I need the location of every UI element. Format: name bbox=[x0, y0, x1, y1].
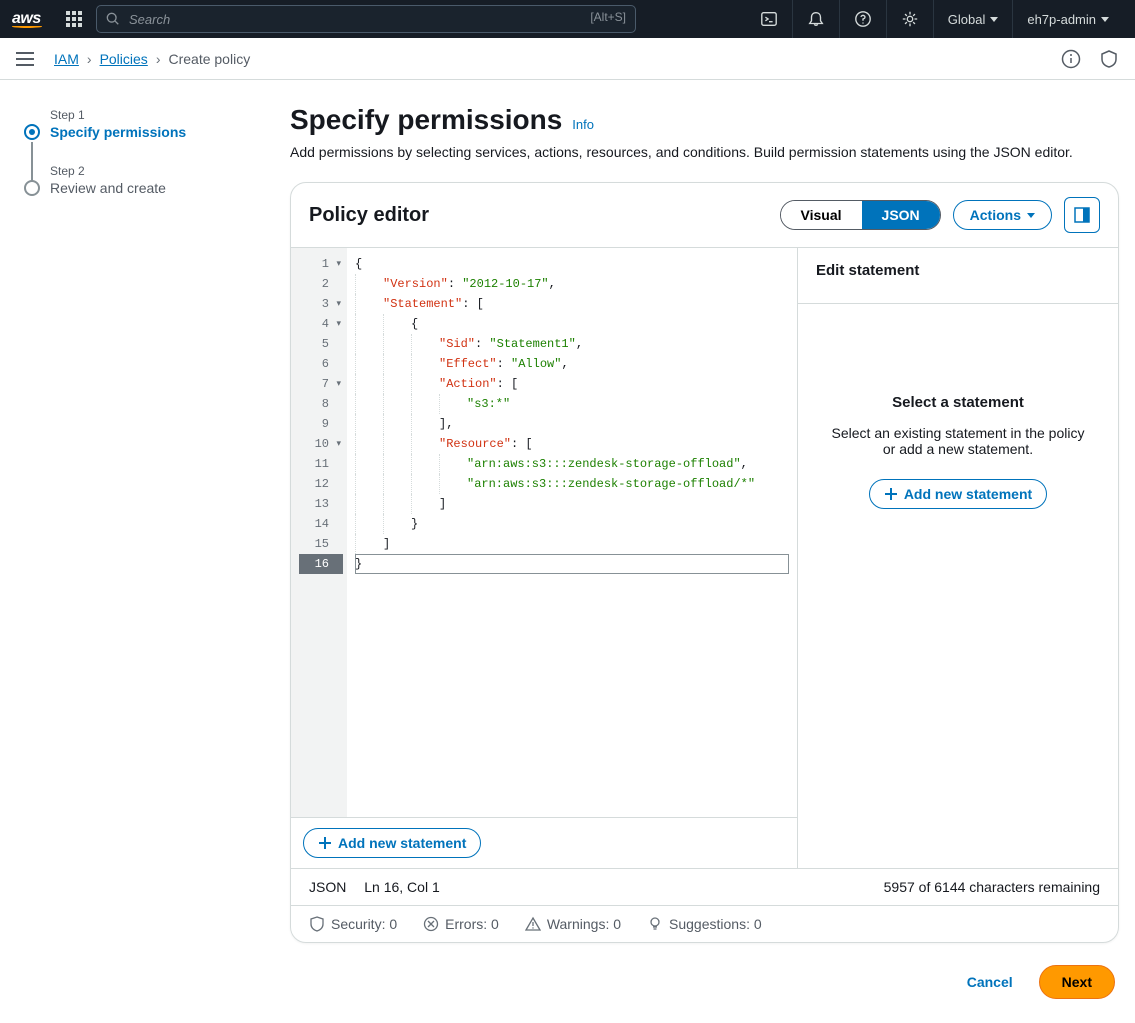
breadcrumb-policies[interactable]: Policies bbox=[100, 51, 148, 67]
side-empty-state: Select a statement Select an existing st… bbox=[816, 394, 1100, 509]
shield-icon bbox=[309, 916, 325, 932]
region-label: Global bbox=[948, 12, 986, 27]
page-title: Specify permissions bbox=[290, 104, 562, 135]
tab-visual[interactable]: Visual bbox=[781, 201, 862, 229]
menu-toggle-icon[interactable] bbox=[16, 52, 34, 66]
top-nav: aws [Alt+S] Global eh7p-admin bbox=[0, 0, 1135, 38]
actions-label: Actions bbox=[970, 207, 1021, 223]
caret-down-icon bbox=[1101, 17, 1109, 22]
lightbulb-icon bbox=[647, 916, 663, 932]
caret-down-icon bbox=[990, 17, 998, 22]
plus-icon bbox=[318, 836, 332, 850]
page-description: Add permissions by selecting services, a… bbox=[290, 144, 1119, 160]
editor-split: 12345678910111213141516 {"Version": "201… bbox=[291, 248, 1118, 868]
search-container: [Alt+S] bbox=[96, 5, 636, 33]
code-footer: Add new statement bbox=[291, 817, 797, 868]
code-editor[interactable]: 12345678910111213141516 {"Version": "201… bbox=[291, 248, 797, 817]
wizard-steps: Step 1 Specify permissions Step 2 Review… bbox=[20, 104, 290, 999]
char-count: 5957 of 6144 characters remaining bbox=[884, 879, 1100, 895]
support-icon[interactable] bbox=[1099, 49, 1119, 69]
breadcrumb-iam[interactable]: IAM bbox=[54, 51, 79, 67]
caret-down-icon bbox=[1027, 213, 1035, 218]
info-link[interactable]: Info bbox=[572, 117, 594, 132]
step-indicator-inactive-icon bbox=[24, 180, 40, 196]
search-shortcut-hint: [Alt+S] bbox=[590, 10, 626, 24]
toggle-side-panel-button[interactable] bbox=[1064, 197, 1100, 233]
cancel-button[interactable]: Cancel bbox=[953, 965, 1027, 999]
account-label: eh7p-admin bbox=[1027, 12, 1096, 27]
step-title: Specify permissions bbox=[50, 124, 290, 140]
step-label: Step 1 bbox=[50, 108, 290, 122]
main-content: Step 1 Specify permissions Step 2 Review… bbox=[0, 80, 1135, 1023]
breadcrumb-current: Create policy bbox=[168, 51, 250, 67]
sub-header: IAM › Policies › Create policy bbox=[0, 38, 1135, 80]
code-body[interactable]: {"Version": "2012-10-17","Statement": [{… bbox=[347, 248, 797, 817]
step-review-and-create[interactable]: Step 2 Review and create bbox=[20, 164, 290, 196]
warning-icon bbox=[525, 916, 541, 932]
policy-editor-panel: Policy editor Visual JSON Actions 123456… bbox=[290, 182, 1119, 943]
search-icon bbox=[106, 12, 120, 26]
step-indicator-active-icon bbox=[24, 124, 40, 140]
panel-header: Policy editor Visual JSON Actions bbox=[291, 183, 1118, 248]
side-add-statement-button[interactable]: Add new statement bbox=[869, 479, 1047, 509]
info-circle-icon[interactable] bbox=[1061, 49, 1081, 69]
plus-icon bbox=[884, 487, 898, 501]
next-button[interactable]: Next bbox=[1039, 965, 1115, 999]
lint-warnings[interactable]: Warnings: 0 bbox=[525, 916, 621, 932]
error-icon bbox=[423, 916, 439, 932]
search-input[interactable] bbox=[96, 5, 636, 33]
breadcrumb: IAM › Policies › Create policy bbox=[54, 51, 250, 67]
lint-suggestions[interactable]: Suggestions: 0 bbox=[647, 916, 762, 932]
step-title: Review and create bbox=[50, 180, 290, 196]
step-specify-permissions[interactable]: Step 1 Specify permissions bbox=[20, 108, 290, 140]
region-selector[interactable]: Global bbox=[933, 0, 1013, 38]
chevron-right-icon: › bbox=[87, 51, 92, 67]
editor-mode: JSON bbox=[309, 879, 346, 895]
account-selector[interactable]: eh7p-admin bbox=[1012, 0, 1123, 38]
lint-bar: Security: 0 Errors: 0 Warnings: 0 Sugges… bbox=[291, 905, 1118, 942]
wizard-actions: Cancel Next bbox=[290, 965, 1119, 999]
cursor-position: Ln 16, Col 1 bbox=[364, 879, 440, 895]
empty-state-description: Select an existing statement in the poli… bbox=[816, 425, 1100, 457]
tab-json[interactable]: JSON bbox=[862, 201, 940, 229]
side-add-statement-label: Add new statement bbox=[904, 486, 1032, 502]
editor-mode-toggle: Visual JSON bbox=[780, 200, 941, 230]
settings-icon[interactable] bbox=[886, 0, 933, 38]
aws-logo[interactable]: aws bbox=[12, 10, 42, 28]
add-statement-label: Add new statement bbox=[338, 835, 466, 851]
lint-errors[interactable]: Errors: 0 bbox=[423, 916, 499, 932]
edit-statement-panel: Edit statement Select a statement Select… bbox=[798, 248, 1118, 868]
panel-title: Policy editor bbox=[309, 204, 768, 227]
cloudshell-icon[interactable] bbox=[746, 0, 792, 38]
help-icon[interactable] bbox=[839, 0, 886, 38]
chevron-right-icon: › bbox=[156, 51, 161, 67]
code-column: 12345678910111213141516 {"Version": "201… bbox=[291, 248, 798, 868]
add-statement-button[interactable]: Add new statement bbox=[303, 828, 481, 858]
step-label: Step 2 bbox=[50, 164, 290, 178]
lint-security[interactable]: Security: 0 bbox=[309, 916, 397, 932]
editor-status-bar: JSON Ln 16, Col 1 5957 of 6144 character… bbox=[291, 868, 1118, 905]
actions-dropdown[interactable]: Actions bbox=[953, 200, 1052, 230]
aws-logo-text: aws bbox=[12, 10, 41, 27]
line-gutter: 12345678910111213141516 bbox=[291, 248, 347, 817]
services-grid-icon[interactable] bbox=[66, 11, 82, 27]
empty-state-title: Select a statement bbox=[816, 394, 1100, 411]
content-area: Specify permissions Info Add permissions… bbox=[290, 104, 1135, 999]
panel-collapse-icon bbox=[1073, 206, 1091, 224]
side-panel-title: Edit statement bbox=[816, 262, 1100, 279]
notifications-icon[interactable] bbox=[792, 0, 839, 38]
